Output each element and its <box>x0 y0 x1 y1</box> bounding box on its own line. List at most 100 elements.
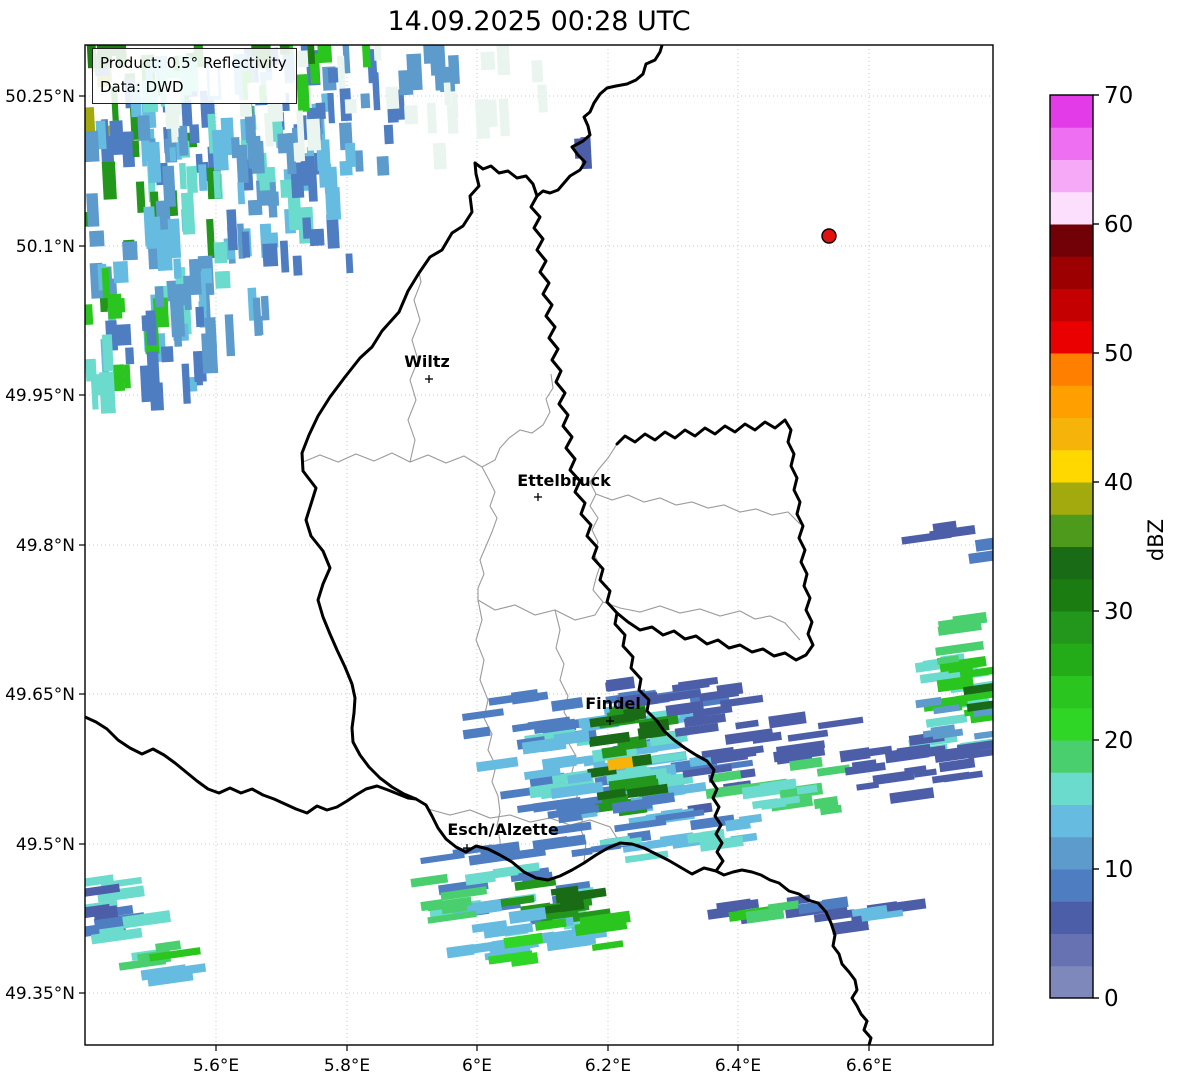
radar-echo-bar <box>404 105 419 125</box>
radar-echo-bar <box>324 187 342 221</box>
colorbar-band <box>1050 869 1093 902</box>
radar-echo-bar <box>480 51 496 71</box>
colorbar-tick-label: 60 <box>1104 212 1133 238</box>
colorbar-band <box>1050 320 1093 354</box>
radar-echo-bar <box>112 260 129 284</box>
radar-echo-bar <box>180 192 196 235</box>
radar-echo-bar <box>86 193 100 227</box>
y-axis-tick-label: 49.8°N <box>16 536 75 556</box>
radar-echo-bar <box>235 144 249 184</box>
city-label: Esch/Alzette <box>447 820 559 839</box>
radar-echo-bar <box>132 140 140 158</box>
radar-echo-bar <box>345 253 354 274</box>
radar-echo-bar <box>109 120 125 156</box>
radar-echo-bar <box>125 347 135 365</box>
radar-echo-bar <box>250 140 265 174</box>
x-axis-tick-label: 6.2°E <box>585 1056 631 1076</box>
product-annotation-box: Product: 0.5° Reflectivity Data: DWD <box>92 48 297 104</box>
y-axis-tick-label: 49.5°N <box>16 835 75 855</box>
radar-echo-bar <box>406 53 423 91</box>
colorbar-band <box>1050 933 1093 967</box>
colorbar-band <box>1050 191 1093 225</box>
x-axis-tick-label: 5.8°E <box>324 1056 370 1076</box>
radar-echo-bar <box>262 243 279 267</box>
colorbar-band <box>1050 772 1093 805</box>
colorbar-band <box>1050 224 1093 257</box>
radar-echo-bar <box>188 258 202 296</box>
colorbar-tick-label: 0 <box>1104 986 1119 1012</box>
radar-map-canvas: Wiltz Ettelbruck Findel Esch/Alzette 5.6°E 5.… <box>5 44 1133 1076</box>
colorbar-band <box>1050 707 1093 741</box>
radar-echo-bar <box>447 54 460 85</box>
colorbar-band <box>1050 353 1093 386</box>
radar-echo-bar <box>443 82 452 106</box>
colorbar-band <box>1050 675 1093 709</box>
product-line: Product: 0.5° Reflectivity <box>100 54 287 72</box>
colorbar-tick-label: 40 <box>1104 470 1133 496</box>
colorbar-band <box>1050 514 1093 547</box>
colorbar-tick-label: 30 <box>1104 599 1133 625</box>
x-axis-tick-label: 6°E <box>462 1056 492 1076</box>
radar-echo-bar <box>474 98 491 139</box>
radar-echo-bar <box>85 304 94 326</box>
radar-echo-bar <box>213 241 228 264</box>
colorbar-band <box>1050 417 1093 451</box>
radar-echo-bar <box>354 150 364 172</box>
radar-echo-bar <box>318 163 333 188</box>
radar-echo-bar <box>361 45 371 68</box>
colorbar-band <box>1050 611 1093 644</box>
radar-echo-bar <box>201 268 213 284</box>
y-axis-tick-label: 49.35°N <box>5 984 75 1004</box>
colorbar-unit-label: dBZ <box>1144 518 1168 562</box>
radar-echo-bar <box>169 298 186 338</box>
colorbar-band <box>1050 449 1093 483</box>
radar-echo-bar <box>101 161 117 200</box>
radar-echo-bar <box>498 98 510 137</box>
colorbar-tick-label: 20 <box>1104 728 1133 754</box>
colorbar-band <box>1050 546 1093 580</box>
city-label: Wiltz <box>404 352 450 371</box>
y-axis-tick-label: 50.25°N <box>5 87 75 107</box>
radar-echo-bar <box>122 241 138 261</box>
radar-echo-bar <box>385 86 400 110</box>
radar-echo-bar <box>537 84 548 113</box>
colorbar-band <box>1050 159 1093 193</box>
colorbar-band <box>1050 127 1093 160</box>
radar-echo-bar <box>169 147 177 162</box>
radar-echo-bar <box>186 165 198 194</box>
radar-echo-bar <box>432 142 447 170</box>
radar-echo-bar <box>137 115 151 141</box>
radar-echo-bar <box>306 118 322 151</box>
y-axis-tick-label: 50.1°N <box>16 237 75 257</box>
weather-radar-figure: Wiltz Ettelbruck Findel Esch/Alzette 5.6°E 5.… <box>0 0 1184 1081</box>
radar-echo-bar <box>179 162 187 190</box>
radar-echo-bar <box>241 231 251 258</box>
radar-echo-bar <box>195 306 205 328</box>
radar-echo-bar <box>214 270 231 289</box>
colorbar-band <box>1050 288 1093 322</box>
radar-echo-bar <box>296 50 309 68</box>
radar-echo-bar <box>145 310 157 346</box>
radar-echo-bar <box>426 102 437 134</box>
radar-echo-bar <box>360 93 371 109</box>
colorbar-tick-label: 10 <box>1104 857 1133 883</box>
colorbar-band <box>1050 836 1093 870</box>
radar-echo-bar <box>154 286 165 308</box>
colorbar-band <box>1050 804 1093 838</box>
data-source-line: Data: DWD <box>100 78 184 96</box>
radar-echo-bar <box>101 334 114 372</box>
radar-echo-bar <box>446 105 459 134</box>
radar-site-dot <box>821 228 837 244</box>
radar-echo-bar <box>160 346 174 363</box>
colorbar-tick-label: 50 <box>1104 341 1133 367</box>
radar-echo-bar <box>146 141 162 183</box>
radar-echo-bar <box>178 125 189 156</box>
radar-echo-bar <box>496 45 511 76</box>
city-label: Ettelbruck <box>517 471 611 490</box>
colorbar-band <box>1050 965 1093 999</box>
radar-echo-bar <box>309 228 325 247</box>
radar-echo-bar <box>139 365 153 403</box>
x-axis-tick-label: 5.6°E <box>193 1056 239 1076</box>
radar-echo-bar <box>144 216 162 249</box>
radar-echo-bar <box>107 293 123 320</box>
